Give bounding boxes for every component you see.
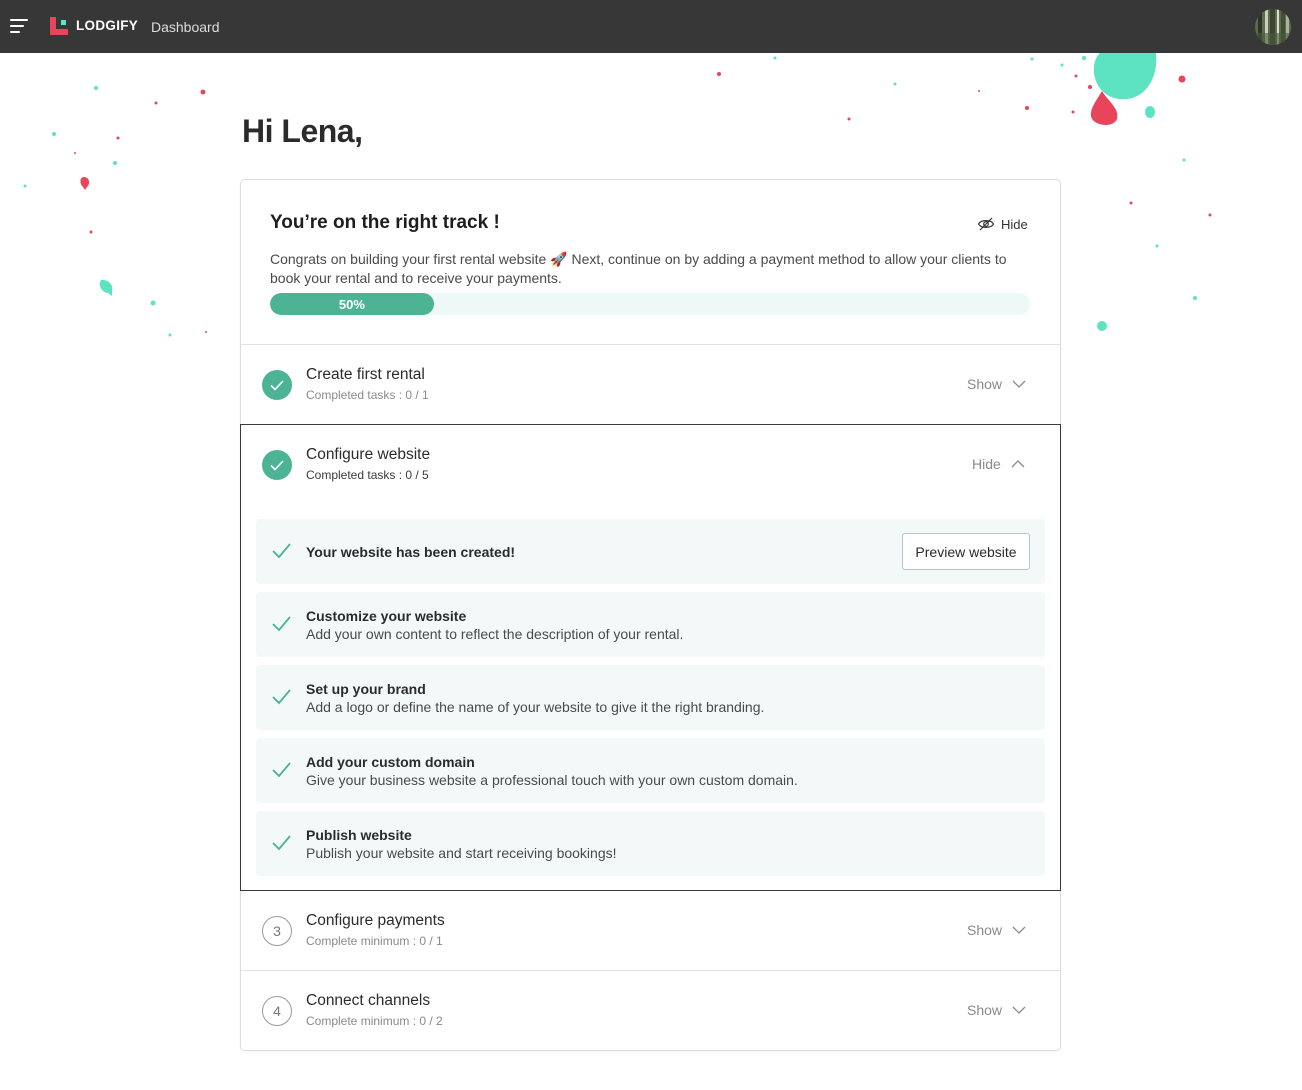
progress-bar: 50% <box>270 293 1030 315</box>
progress-description: Congrats on building your first rental w… <box>270 251 1007 286</box>
show-section-button[interactable]: Show <box>967 921 1026 939</box>
task-customize-website[interactable]: Customize your website Add your own cont… <box>256 592 1045 657</box>
task-publish-website[interactable]: Publish website Publish your website and… <box>256 811 1045 876</box>
lodgify-logo-text[interactable]: LODGIFY <box>76 17 138 35</box>
section-title: Configure payments <box>306 912 445 929</box>
task-title: Add your custom domain <box>306 754 475 770</box>
section-title: Configure website <box>306 446 431 463</box>
check-icon <box>272 616 291 632</box>
user-avatar[interactable] <box>1255 9 1291 45</box>
task-description: Publish your website and start receiving… <box>306 845 617 861</box>
hamburger-menu-icon[interactable] <box>10 19 28 33</box>
chevron-up-icon <box>1011 460 1025 468</box>
greeting-heading: Hi Lena, <box>242 113 363 149</box>
section-step-number: 3 <box>262 916 292 946</box>
check-icon <box>272 835 291 851</box>
lodgify-logo-icon[interactable] <box>50 17 68 35</box>
section-connect-channels: 4 Connect channels Complete minimum : 0 … <box>241 971 1060 1051</box>
task-description: Add a logo or define the name of your we… <box>306 699 765 715</box>
page-name: Dashboard <box>151 19 220 35</box>
show-section-button[interactable]: Show <box>967 1001 1026 1019</box>
section-create-first-rental: Create first rental Completed tasks : 0 … <box>241 345 1060 425</box>
section-subtitle: Complete minimum : 0 / 2 <box>306 1014 443 1028</box>
check-icon <box>270 379 284 391</box>
section-subtitle: Completed tasks : 0 / 5 <box>306 468 429 482</box>
task-description: Add your own content to reflect the desc… <box>306 626 684 642</box>
hide-section-button[interactable]: Hide <box>972 455 1025 473</box>
task-title: Customize your website <box>306 608 467 624</box>
show-section-button[interactable]: Show <box>967 375 1026 393</box>
toggle-label: Show <box>967 1002 1003 1018</box>
hide-progress-button[interactable]: Hide <box>977 215 1028 233</box>
section-complete-icon <box>262 450 292 480</box>
hide-progress-label: Hide <box>1001 216 1028 232</box>
task-description: Give your business website a professiona… <box>306 772 798 788</box>
section-title: Connect channels <box>306 992 431 1009</box>
section-title: Create first rental <box>306 366 425 383</box>
chevron-down-icon <box>1012 926 1026 934</box>
section-configure-website: Configure website Completed tasks : 0 / … <box>240 424 1061 891</box>
toggle-label: Hide <box>972 456 1001 472</box>
task-custom-domain[interactable]: Add your custom domain Give your busines… <box>256 738 1045 803</box>
section-complete-icon <box>262 370 292 400</box>
progress-bar-fill: 50% <box>270 293 434 315</box>
section-configure-payments: 3 Configure payments Complete minimum : … <box>241 891 1060 971</box>
section-subtitle: Complete minimum : 0 / 1 <box>306 934 443 948</box>
chevron-down-icon <box>1012 1006 1026 1014</box>
task-website-created: Your website has been created! Preview w… <box>256 519 1045 584</box>
task-set-up-brand[interactable]: Set up your brand Add a logo or define t… <box>256 665 1045 730</box>
check-icon <box>272 762 291 778</box>
check-icon <box>272 689 291 705</box>
progress-header: You’re on the right track ! Hide Congrat… <box>241 180 1060 345</box>
section-step-number: 4 <box>262 996 292 1026</box>
toggle-label: Show <box>967 376 1003 392</box>
chevron-down-icon <box>1012 380 1026 388</box>
preview-website-button[interactable]: Preview website <box>902 533 1030 570</box>
section-subtitle: Completed tasks : 0 / 1 <box>306 388 429 402</box>
progress-title: You’re on the right track ! <box>270 212 500 233</box>
toggle-label: Show <box>967 922 1003 938</box>
progress-bar-label: 50% <box>338 296 365 312</box>
top-bar: LODGIFY Dashboard <box>0 0 1302 53</box>
task-title: Your website has been created! <box>306 544 516 560</box>
task-title: Set up your brand <box>306 681 426 697</box>
task-title: Publish website <box>306 827 412 843</box>
onboarding-card: You’re on the right track ! Hide Congrat… <box>240 179 1061 1051</box>
eye-off-icon <box>977 217 995 231</box>
check-icon <box>272 543 291 559</box>
check-icon <box>270 459 284 471</box>
